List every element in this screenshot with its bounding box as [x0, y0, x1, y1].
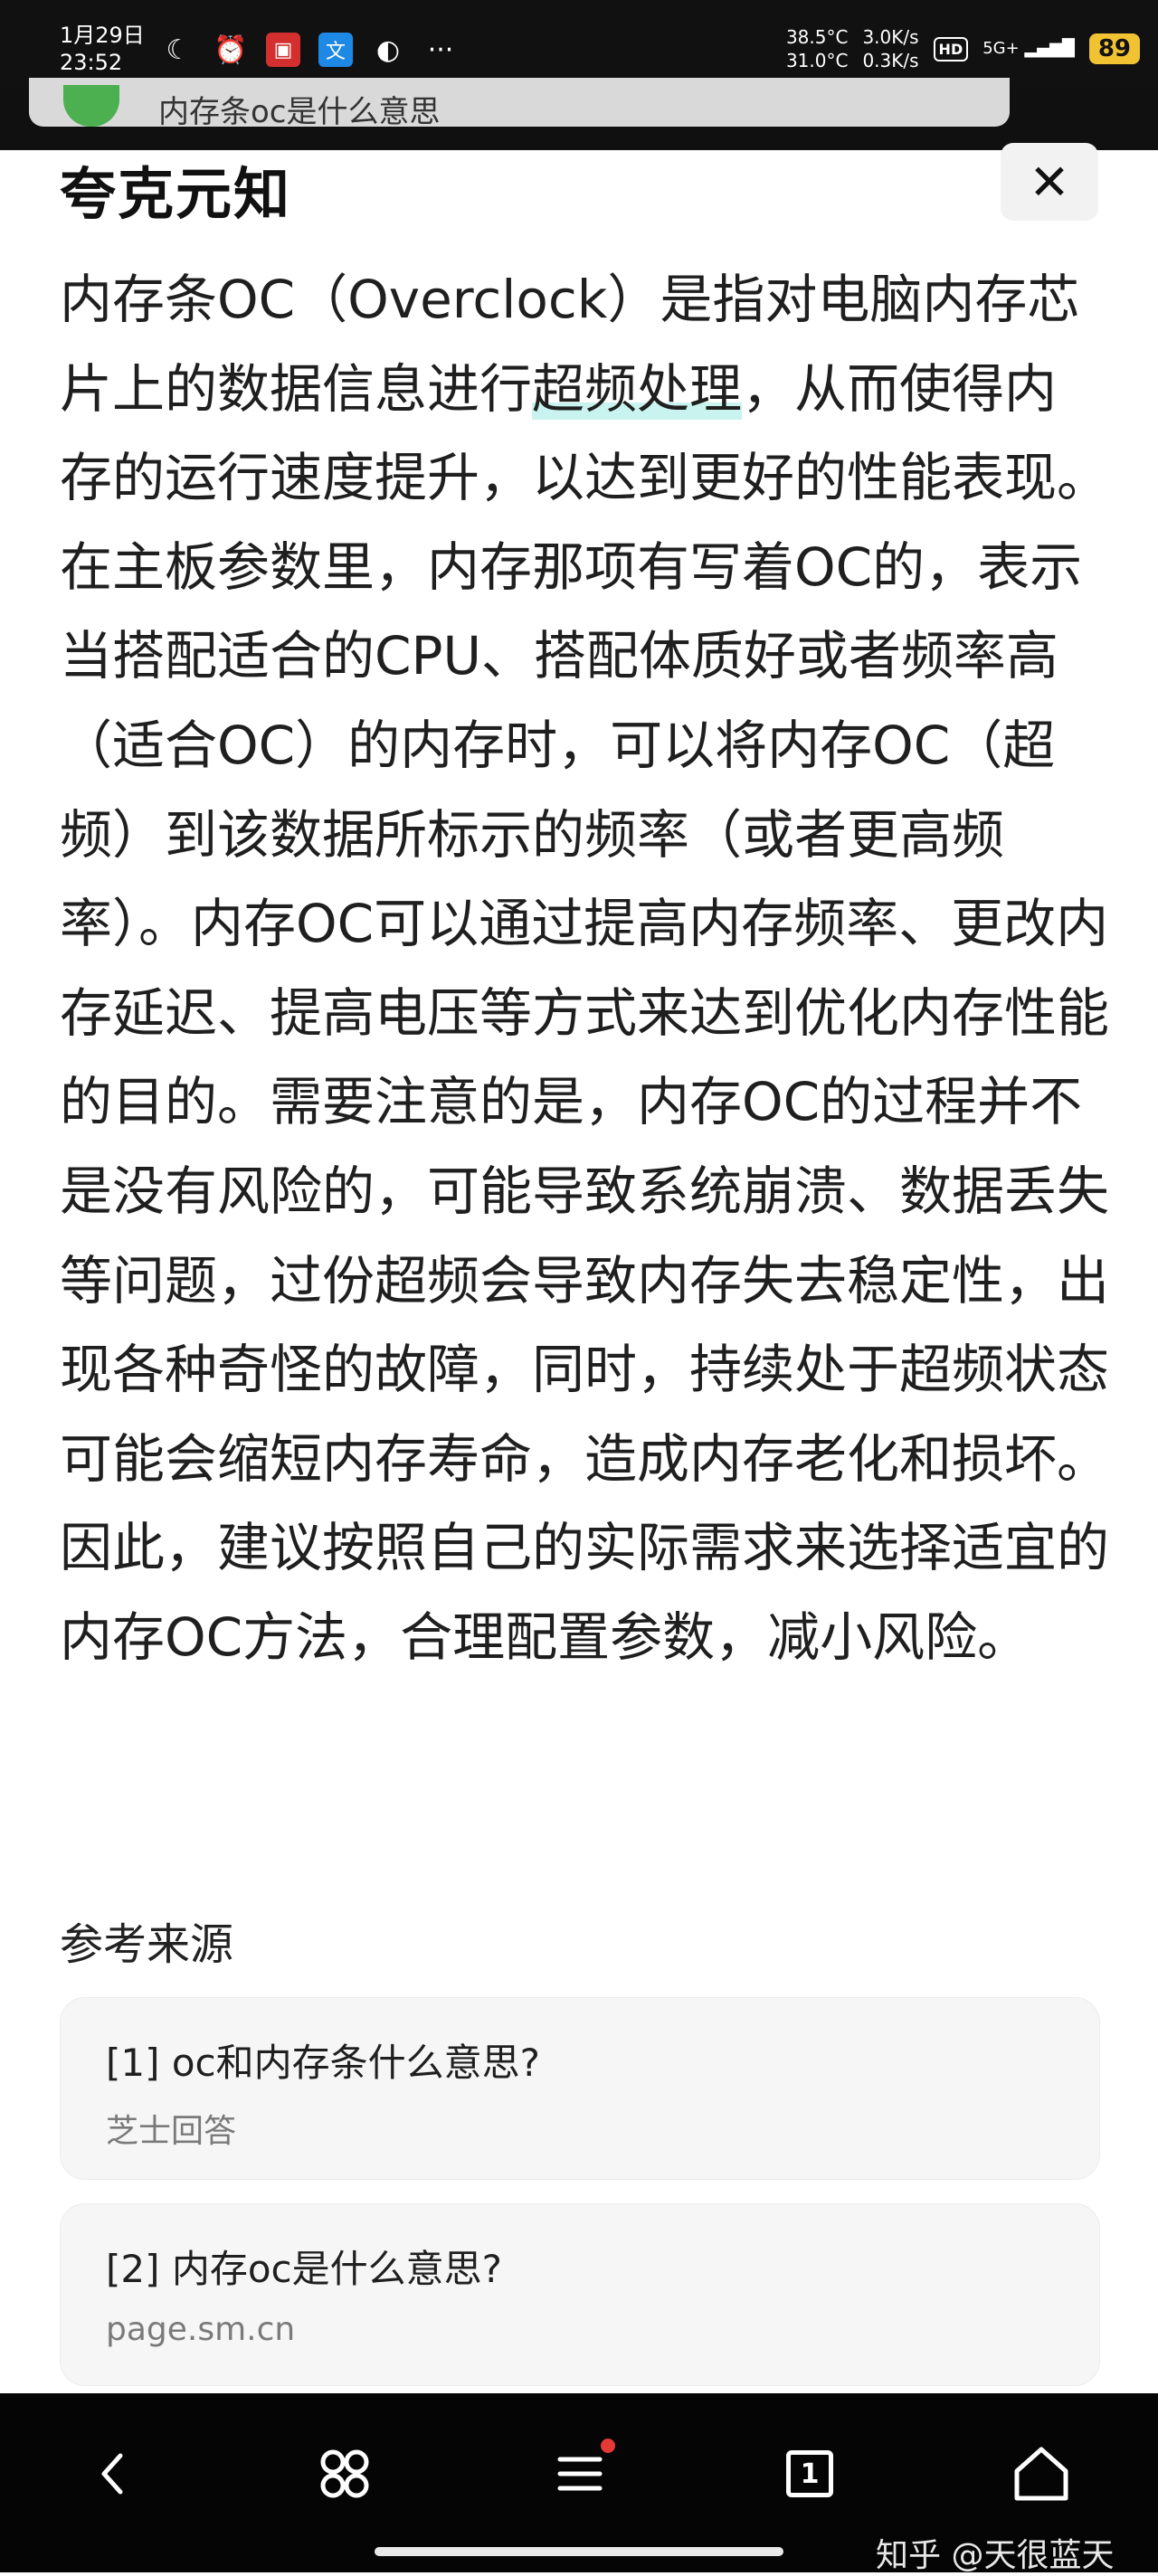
apps-icon [320, 2449, 369, 2498]
references-title: 参考来源 [60, 1919, 234, 1970]
home-button[interactable] [1001, 2433, 1082, 2514]
close-button[interactable]: ✕ [1001, 143, 1098, 221]
status-time: 23:52 [60, 50, 123, 75]
menu-icon [557, 2457, 603, 2491]
alarm-icon: ⏰ [214, 33, 248, 66]
tab-count: 1 [800, 2458, 820, 2490]
network-speed: 3.0K/s 0.3K/s [862, 25, 918, 72]
status-date: 1月29日 [60, 23, 145, 48]
brand-title: 夸克元知 [60, 161, 292, 227]
temperature-readout: 38.5°C 31.0°C [786, 25, 849, 72]
apps-button[interactable] [304, 2433, 385, 2514]
translate-app-icon: 文 [318, 33, 353, 67]
reference-card[interactable]: [2] 内存oc是什么意思? page.sm.cn [60, 2203, 1100, 2386]
back-button[interactable] [72, 2433, 154, 2514]
answer-part-2: ，从而使得内存的运行速度提升，以达到更好的性能表现。在主板参数里，内存那项有写着… [60, 357, 1110, 1668]
tabs-icon: 1 [786, 2450, 833, 2497]
reference-card[interactable]: [1] oc和内存条什么意思? 芝士回答 [60, 1997, 1100, 2180]
notification-dot [601, 2439, 615, 2453]
speed-up: 3.0K/s [862, 26, 919, 48]
status-date-time: 1月29日 23:52 [60, 22, 145, 76]
back-icon [101, 2453, 123, 2495]
home-icon [1014, 2447, 1068, 2501]
watermark: 知乎 @天很蓝天 [876, 2537, 1115, 2574]
reference-title: [1] oc和内存条什么意思? [106, 2041, 540, 2085]
search-query[interactable]: 内存条oc是什么意思 [158, 87, 441, 131]
answer-text: 内存条OC（Overclock）是指对电脑内存芯片上的数据信息进行超频处理，从而… [60, 255, 1109, 1682]
tabs-button[interactable]: 1 [769, 2433, 850, 2514]
reference-source: page.sm.cn [106, 2311, 296, 2348]
train-app-icon: ▣ [266, 33, 300, 67]
reference-source: 芝士回答 [106, 2113, 237, 2150]
speed-down: 0.3K/s [862, 50, 919, 71]
clock-app-icon: ◐ [375, 33, 401, 66]
highlight-link[interactable]: 超频处理 [532, 357, 743, 420]
hd-voice-icon: HD [933, 36, 969, 62]
more-notifications-icon: ··· [427, 33, 454, 66]
moon-icon: ☾ [166, 33, 191, 66]
status-right: 38.5°C 31.0°C 3.0K/s 0.3K/s HD 5G+ ▂▄▆█ … [786, 25, 1140, 72]
status-bar: 1月29日 23:52 ☾ ⏰ ▣ 文 ◐ ··· 38.5°C 31.0°C … [0, 0, 1158, 87]
notification-icons: ☾ ⏰ ▣ 文 ◐ ··· [161, 33, 458, 67]
close-icon: ✕ [1029, 153, 1070, 211]
battery-icon: 89 [1088, 33, 1140, 64]
temp-2: 31.0°C [785, 50, 849, 71]
reference-title: [2] 内存oc是什么意思? [106, 2247, 502, 2291]
temp-1: 38.5°C [785, 26, 849, 48]
network-label: 5G+ [982, 39, 1020, 58]
gesture-bar[interactable] [375, 2547, 783, 2556]
network-type: 5G+ ▂▄▆█ [982, 39, 1075, 59]
signal-icon: ▂▄▆█ [1024, 39, 1075, 58]
